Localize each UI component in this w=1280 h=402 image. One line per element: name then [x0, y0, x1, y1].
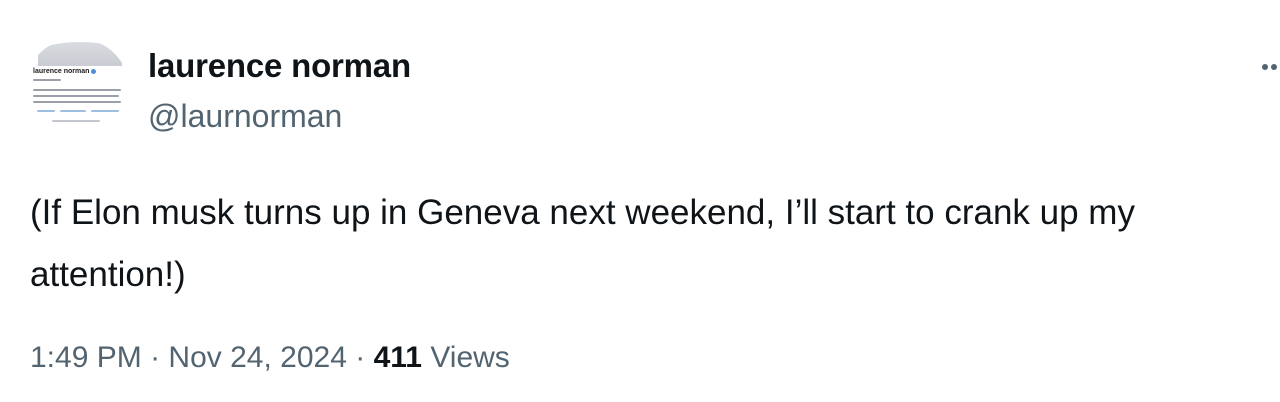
- author-handle[interactable]: @laurnorman: [148, 96, 342, 136]
- avatar-follow-line: [52, 120, 100, 122]
- avatar[interactable]: laurence norman: [24, 38, 130, 144]
- avatar-location-line: [37, 110, 55, 112]
- avatar-banner: [38, 42, 122, 66]
- views-label[interactable]: Views: [430, 341, 509, 374]
- avatar-bio-line: [33, 101, 121, 103]
- views-count[interactable]: 411: [374, 341, 422, 374]
- more-options-icon[interactable]: [1262, 62, 1280, 72]
- avatar-handle-line: [33, 79, 61, 81]
- tweet-meta: 1:49 PM · Nov 24, 2024 · 411 Views: [30, 334, 510, 382]
- avatar-profile-name: laurence norman: [33, 68, 97, 75]
- tweet-card: laurence norman laurence norman @laurnor…: [0, 0, 1280, 402]
- tweet-date[interactable]: Nov 24, 2024: [168, 341, 346, 374]
- tweet-time[interactable]: 1:49 PM: [30, 341, 142, 374]
- avatar-joined-line: [91, 110, 119, 112]
- meta-separator: ·: [150, 341, 161, 374]
- avatar-bio-line: [33, 95, 119, 97]
- avatar-link-line: [60, 110, 86, 112]
- avatar-bio-line: [33, 89, 121, 91]
- verified-badge-icon: [91, 68, 97, 74]
- author-display-name[interactable]: laurence norman: [148, 46, 411, 86]
- meta-separator: ·: [355, 341, 366, 374]
- tweet-text: (If Elon musk turns up in Geneva next we…: [30, 193, 1135, 294]
